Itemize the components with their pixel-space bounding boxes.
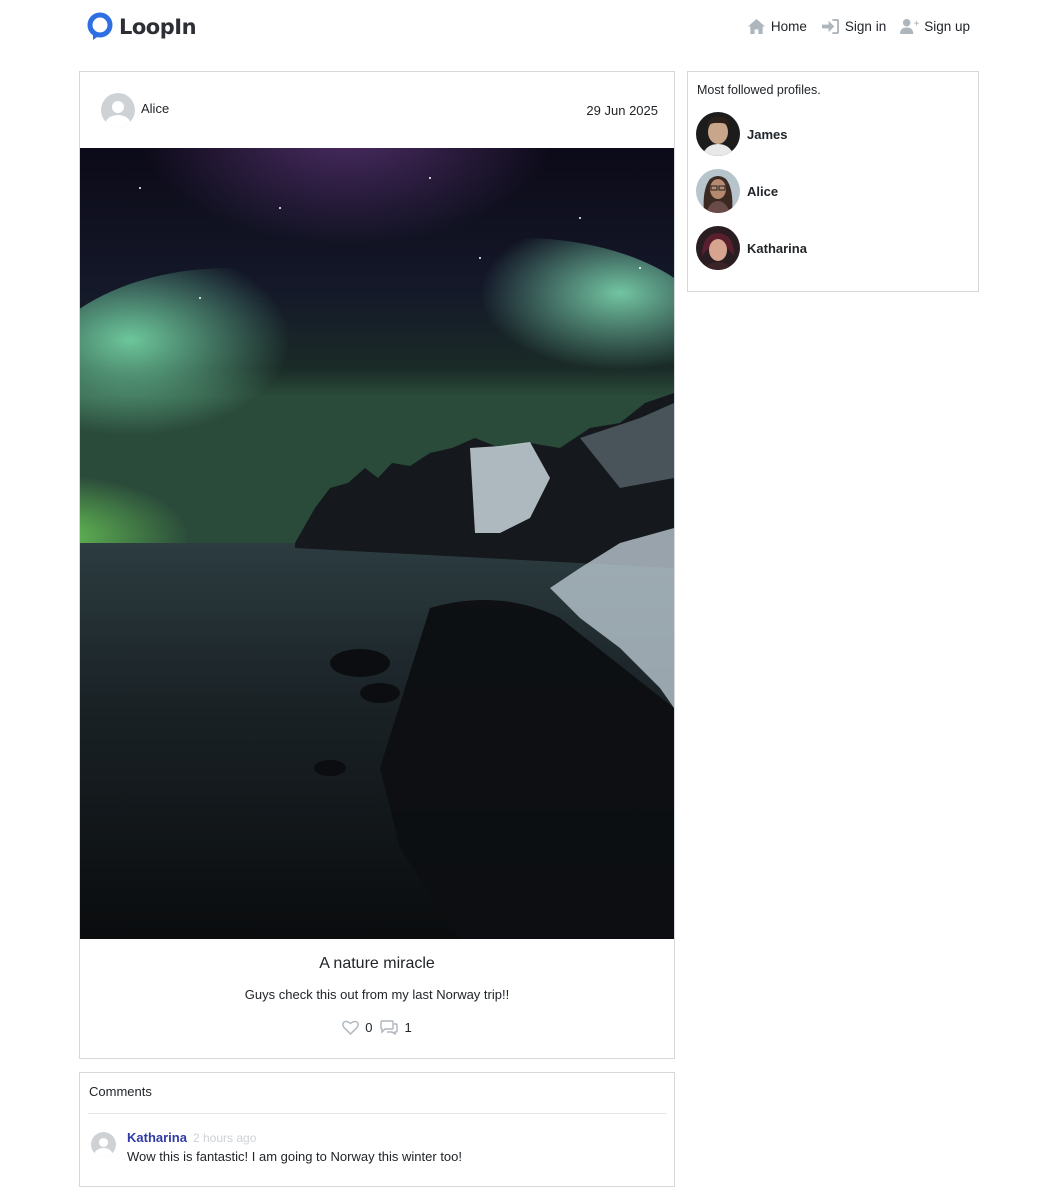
heart-icon — [342, 1020, 360, 1035]
sign-in-icon — [821, 18, 839, 35]
comment-time: 2 hours ago — [193, 1131, 257, 1145]
nav-sign-up[interactable]: Sign up — [900, 18, 970, 35]
comment-author[interactable]: Katharina — [127, 1130, 187, 1145]
comments-divider — [88, 1113, 666, 1114]
like-button[interactable]: 0 — [342, 1020, 373, 1035]
post-stats: 0 1 — [80, 1020, 674, 1035]
post-date: 29 Jun 2025 — [586, 103, 658, 118]
nav-home-label: Home — [770, 19, 807, 34]
post-card: Alice 29 Jun 2025 A nature miracle Guys … — [79, 71, 675, 1059]
post-title: A nature miracle — [319, 955, 435, 972]
profile-katharina[interactable]: Katharina — [696, 226, 807, 270]
loopin-logo-icon — [87, 12, 113, 40]
profile-name: Katharina — [747, 240, 807, 256]
comments-title: Comments — [89, 1084, 152, 1099]
post-author[interactable]: Alice — [101, 93, 169, 127]
brand-logo[interactable]: LoopIn — [87, 12, 197, 42]
main-nav: Home Sign in Sign up — [747, 18, 970, 35]
profile-james[interactable]: James — [696, 112, 787, 156]
profile-avatar — [696, 226, 740, 270]
user-plus-icon — [900, 18, 920, 35]
post-header: Alice 29 Jun 2025 — [80, 72, 674, 148]
comment-count: 1 — [404, 1020, 412, 1035]
profile-name: James — [747, 126, 788, 142]
nav-sign-in-label: Sign in — [844, 19, 887, 34]
profile-name: Alice — [747, 183, 779, 199]
home-icon — [747, 18, 765, 35]
comments-button[interactable]: 1 — [379, 1020, 412, 1035]
comment-icon — [379, 1020, 398, 1035]
navbar: LoopIn Home Sign in Sign up — [0, 0, 1041, 56]
brand-name: LoopIn — [119, 15, 197, 39]
like-count: 0 — [365, 1020, 373, 1035]
post-image[interactable] — [80, 148, 674, 939]
post-text: Guys check this out from my last Norway … — [244, 987, 510, 1002]
default-avatar-icon — [91, 1132, 116, 1157]
sidebar-title: Most followed profiles. — [697, 83, 821, 97]
default-avatar-icon — [101, 93, 135, 127]
nav-home[interactable]: Home — [747, 18, 807, 35]
nav-sign-in[interactable]: Sign in — [821, 18, 886, 35]
profile-avatar — [696, 112, 740, 156]
alice-avatar-icon — [696, 169, 740, 213]
comment-text: Wow this is fantastic! I am going to Nor… — [127, 1149, 463, 1164]
post-author-name: Alice — [141, 101, 170, 116]
james-avatar-icon — [696, 112, 740, 156]
profile-avatar — [696, 169, 740, 213]
profile-alice[interactable]: Alice — [696, 169, 778, 213]
most-followed-sidebar: Most followed profiles. James Alice Kath… — [687, 71, 979, 292]
aurora-photo — [80, 148, 674, 939]
nav-sign-up-label: Sign up — [924, 19, 970, 34]
katharina-avatar-icon — [696, 226, 740, 270]
comments-card: Comments Katharina 2 hours ago Wow this … — [79, 1072, 675, 1187]
